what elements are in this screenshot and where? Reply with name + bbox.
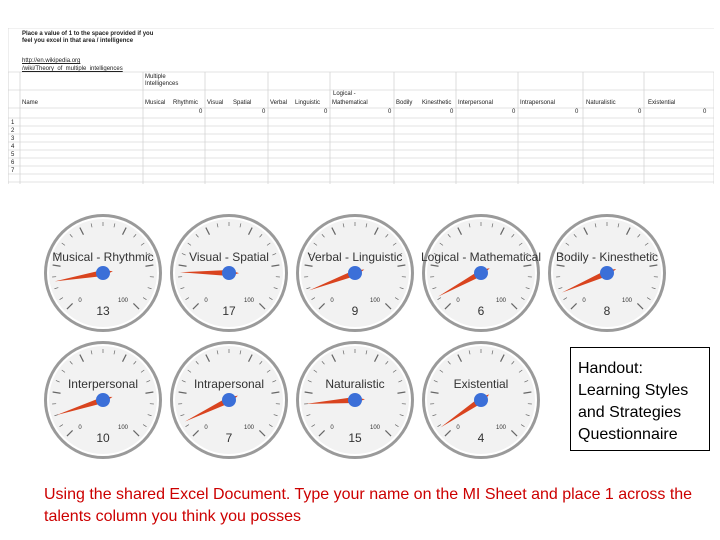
gauge-max-label: 100: [244, 298, 255, 304]
gauge-hub: [96, 393, 110, 407]
gauge: Interpersonal0 10010: [44, 341, 162, 459]
gauge-hub: [222, 393, 236, 407]
gauge-value: 8: [604, 304, 611, 318]
gauge-value: 9: [352, 304, 359, 318]
gauge-max-label: 100: [622, 298, 633, 304]
gauge-hub: [474, 393, 488, 407]
gauge-title: Musical - Rhythmic: [52, 250, 153, 264]
gauge-title: Intrapersonal: [194, 377, 264, 391]
handout-box: Handout: Learning Styles and Strategies …: [570, 347, 710, 451]
gauge-title: Verbal - Linguistic: [308, 250, 403, 264]
gauge-hub: [474, 266, 488, 280]
gauge-max-label: 100: [496, 298, 507, 304]
gauge-max-label: 100: [244, 425, 255, 431]
instruction-caption: Using the shared Excel Document. Type yo…: [44, 486, 693, 525]
gauge-title: Logical - Mathematical: [421, 250, 541, 264]
gauge-max-label: 100: [118, 298, 129, 304]
gauge: Musical - Rhythmic0 10013: [44, 214, 162, 332]
gauge-max-label: 100: [118, 425, 129, 431]
gauge-title: Naturalistic: [325, 377, 384, 391]
gauge-value: 15: [348, 431, 362, 445]
gauge-value: 7: [226, 431, 233, 445]
gauge-max-label: 100: [370, 298, 381, 304]
gauge: Verbal - Linguistic0 1009: [296, 214, 414, 332]
gauge-value: 10: [96, 431, 110, 445]
gauge: Visual - Spatial0 10017: [170, 214, 288, 332]
gauge: Existential0 1004: [422, 341, 540, 459]
gauge-max-label: 100: [496, 425, 507, 431]
gauge-hub: [96, 266, 110, 280]
gauge-hub: [600, 266, 614, 280]
gauge: Intrapersonal0 1007: [170, 341, 288, 459]
gauge-value: 17: [222, 304, 236, 318]
gauge-hub: [222, 266, 236, 280]
gauge: Bodily - Kinesthetic0 1008: [548, 214, 666, 332]
gauge-max-label: 100: [370, 425, 381, 431]
gauge-value: 4: [478, 431, 485, 445]
gauge-value: 6: [478, 304, 485, 318]
gauge: Naturalistic0 10015: [296, 341, 414, 459]
gauge-title: Visual - Spatial: [189, 250, 269, 264]
gauge-value: 13: [96, 304, 110, 318]
gauge-hub: [348, 266, 362, 280]
gauge-title: Interpersonal: [68, 377, 138, 391]
gauge-title: Bodily - Kinesthetic: [556, 250, 658, 264]
gauge-title: Existential: [454, 377, 509, 391]
gauge-hub: [348, 393, 362, 407]
gauge-panel: Musical - Rhythmic0 10013Visual - Spatial…: [44, 214, 666, 459]
gauge: Logical - Mathematical0 1006: [421, 214, 541, 332]
